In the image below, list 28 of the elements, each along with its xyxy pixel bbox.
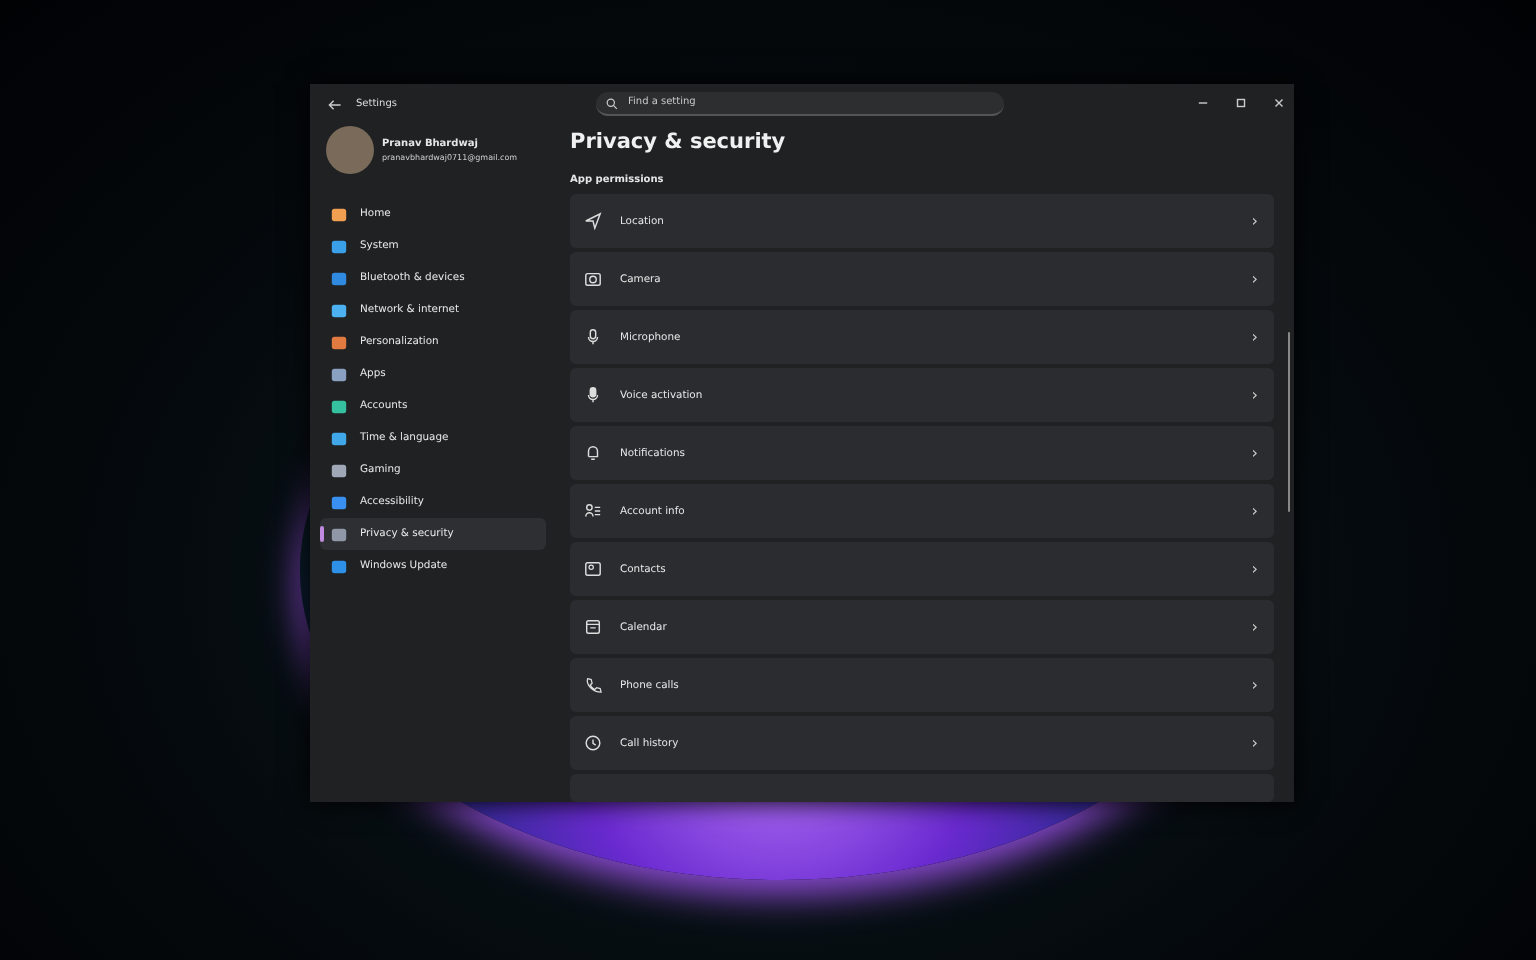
scrollbar-thumb[interactable] (1287, 332, 1290, 512)
microphone-icon (584, 386, 602, 404)
maximize-icon[interactable] (1234, 96, 1248, 110)
chevron: › (1251, 386, 1258, 404)
calendar-icon (584, 618, 602, 636)
bell-icon (584, 444, 602, 462)
chevron: › (1251, 618, 1258, 636)
search-icon (606, 97, 618, 109)
close-icon[interactable] (1272, 96, 1286, 110)
chevron: › (1251, 328, 1258, 346)
chevron: › (1251, 212, 1258, 230)
person-list-icon (584, 502, 602, 520)
contacts-icon (584, 560, 602, 578)
chevron: › (1251, 444, 1258, 462)
history-icon (584, 734, 602, 752)
minimize-icon[interactable] (1196, 96, 1210, 110)
back-arrow-icon[interactable] (328, 97, 342, 111)
chevron: › (1251, 270, 1258, 288)
microphone-icon (584, 328, 602, 346)
chevron: › (1251, 502, 1258, 520)
page-title: Privacy & security (570, 130, 788, 154)
chevron: › (1251, 734, 1258, 752)
camera-icon (584, 270, 602, 288)
navigation-arrow-icon (584, 212, 602, 230)
avatar-circle (326, 126, 374, 174)
chevron: › (1251, 676, 1258, 694)
chevron: › (1251, 560, 1258, 578)
phone-icon (584, 676, 602, 694)
